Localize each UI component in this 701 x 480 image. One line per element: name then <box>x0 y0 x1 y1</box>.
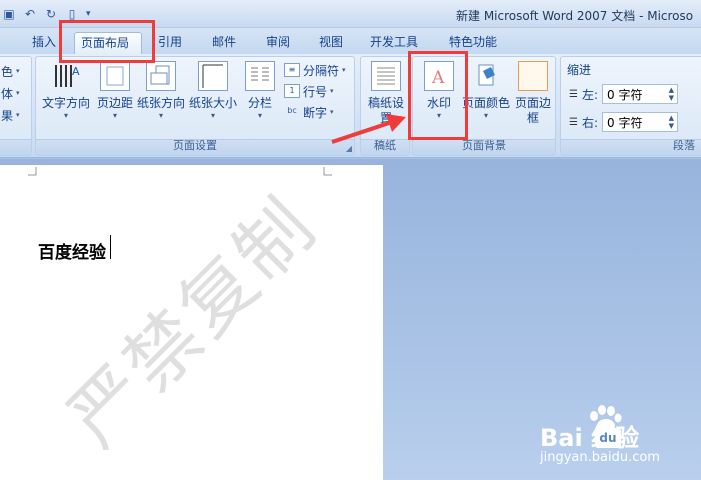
pointer-arrow-icon <box>331 114 406 144</box>
columns-icon <box>245 61 275 91</box>
dropdown-arrow-icon: ▾ <box>63 111 68 120</box>
tab-view[interactable]: 视图 <box>313 32 349 54</box>
orientation-label: 纸张方向 <box>136 96 185 110</box>
undo-icon[interactable]: ↶ <box>21 5 39 23</box>
text-caret <box>110 235 111 259</box>
tab-page-layout[interactable]: 页面布局 <box>74 32 142 54</box>
paragraph-label: 段落 <box>673 139 695 152</box>
theme-colors-button[interactable]: 色 ▾ <box>1 61 20 81</box>
save-icon[interactable]: ▣ <box>0 5 18 23</box>
spinner-arrows-icon[interactable]: ▲ ▼ <box>669 86 674 102</box>
quick-access-toolbar: ▣ ↶ ↻ ▯ ▾ <box>0 3 91 25</box>
tab-review[interactable]: 审阅 <box>260 32 296 54</box>
svg-text:A: A <box>72 65 80 78</box>
draft-paper-icon <box>371 61 401 91</box>
watermark-text: 严禁复制 <box>52 181 334 463</box>
columns-label: 分栏 <box>247 96 272 110</box>
size-label: 纸张大小 <box>188 96 237 110</box>
tab-mailings[interactable]: 邮件 <box>206 32 242 54</box>
indent-right: ☰ 右: 0 字符 ▲ ▼ <box>569 112 679 132</box>
indent-right-input[interactable]: 0 字符 ▲ ▼ <box>602 112 679 132</box>
new-document-icon[interactable]: ▯ <box>63 5 81 23</box>
group-footer <box>0 139 31 155</box>
columns-button[interactable]: 分栏 ▾ <box>242 61 278 121</box>
page-borders-label: 页面边框 <box>514 96 551 125</box>
tab-developer[interactable]: 开发工具 <box>364 32 424 54</box>
baidu-jingyan-badge: Bai 经验 du jingyan.baidu.com <box>540 404 701 480</box>
watermark-label: 水印 <box>426 96 451 110</box>
text-direction-button[interactable]: A 文字方向 ▾ <box>40 61 92 121</box>
dropdown-arrow-icon: ▾ <box>210 111 215 120</box>
page-setup-label: 页面设置 <box>173 139 217 152</box>
orientation-button[interactable]: 纸张方向 ▾ <box>136 61 186 121</box>
svg-text:A: A <box>431 68 445 88</box>
watermark-icon: A <box>424 61 454 91</box>
theme-fonts-button[interactable]: 体 ▾ <box>1 83 20 103</box>
ribbon-tabs: 插入 页面布局 引用 邮件 审阅 视图 开发工具 特色功能 <box>0 28 701 54</box>
dropdown-arrow-icon: ▾ <box>158 111 163 120</box>
hyphenation-icon: bc <box>287 106 297 115</box>
page-background-label: 页面背景 <box>462 139 506 152</box>
breaks-button[interactable]: ≡ 分隔符 ▾ <box>284 60 346 80</box>
margins-button[interactable]: 页边距 ▾ <box>94 61 136 121</box>
text-direction-icon: A <box>51 61 81 91</box>
title-bar: ▣ ↶ ↻ ▯ ▾ 新建 Microsoft Word 2007 文档 - Mi… <box>0 0 701 28</box>
indent-left-icon: ☰ <box>569 88 578 100</box>
page-color-label: 页面颜色 <box>461 96 510 110</box>
paragraph-group: 缩进 ☰ 左: 0 字符 ▲ ▼ ☰ 右: 0 字符 ▲ ▼ 段落 <box>560 56 701 156</box>
dropdown-arrow-icon: ▾ <box>436 111 441 120</box>
margins-icon <box>100 61 130 91</box>
tab-insert[interactable]: 插入 <box>26 32 62 54</box>
indent-left: ☰ 左: 0 字符 ▲ ▼ <box>569 84 679 104</box>
page-color-button[interactable]: 页面颜色 ▾ <box>461 61 511 121</box>
size-button[interactable]: 纸张大小 ▾ <box>188 61 238 121</box>
breaks-icon: ≡ <box>284 63 300 77</box>
redo-icon[interactable]: ↻ <box>42 5 60 23</box>
line-numbers-button[interactable]: 1 行号 ▾ <box>284 81 334 101</box>
margin-corner-mark <box>323 167 332 176</box>
page-borders-button[interactable]: 页面边框 <box>513 61 553 126</box>
indent-title: 缩进 <box>567 63 592 77</box>
page-borders-icon <box>518 61 548 91</box>
dropdown-arrow-icon: ▾ <box>112 111 117 120</box>
document-page[interactable]: 严禁复制 百度经验 <box>0 165 383 480</box>
spinner-arrows-icon[interactable]: ▲ ▼ <box>669 114 674 130</box>
margins-label: 页边距 <box>96 96 133 110</box>
qat-customize-icon[interactable]: ▾ <box>86 9 91 19</box>
baidu-url: jingyan.baidu.com <box>540 450 660 465</box>
baidu-logo: Bai 经验 <box>540 424 640 452</box>
dropdown-arrow-icon: ▾ <box>257 111 262 120</box>
line-numbers-icon: 1 <box>284 84 300 98</box>
indent-left-input[interactable]: 0 字符 ▲ ▼ <box>602 84 679 104</box>
page-background-group: A 水印 ▾ 页面颜色 ▾ 页面边框 页面背景 <box>412 56 556 156</box>
baidu-du-mark: du <box>595 428 621 448</box>
tab-special-features[interactable]: 特色功能 <box>443 32 503 54</box>
page-color-icon <box>471 61 501 91</box>
indent-right-icon: ☰ <box>569 116 578 128</box>
margin-corner-mark <box>28 167 37 176</box>
dropdown-arrow-icon: ▾ <box>483 111 488 120</box>
page-setup-group: A 文字方向 ▾ 页边距 ▾ 纸张方向 ▾ 纸张大小 ▾ 分栏 ▾ ≡ 分隔符 ▾ … <box>35 56 355 156</box>
watermark-button[interactable]: A 水印 ▾ <box>419 61 459 121</box>
hyphenation-button[interactable]: bc 断字 ▾ <box>284 102 333 122</box>
text-direction-label: 文字方向 <box>41 96 90 110</box>
themes-group: 色 ▾ 体 ▾ 果 ▾ <box>0 56 32 156</box>
theme-effects-button[interactable]: 果 ▾ <box>1 105 20 125</box>
tab-references[interactable]: 引用 <box>152 32 188 54</box>
document-text[interactable]: 百度经验 <box>38 238 106 263</box>
paper-size-icon <box>198 61 228 91</box>
window-title: 新建 Microsoft Word 2007 文档 - Microso <box>456 9 694 23</box>
orientation-icon <box>146 61 176 91</box>
